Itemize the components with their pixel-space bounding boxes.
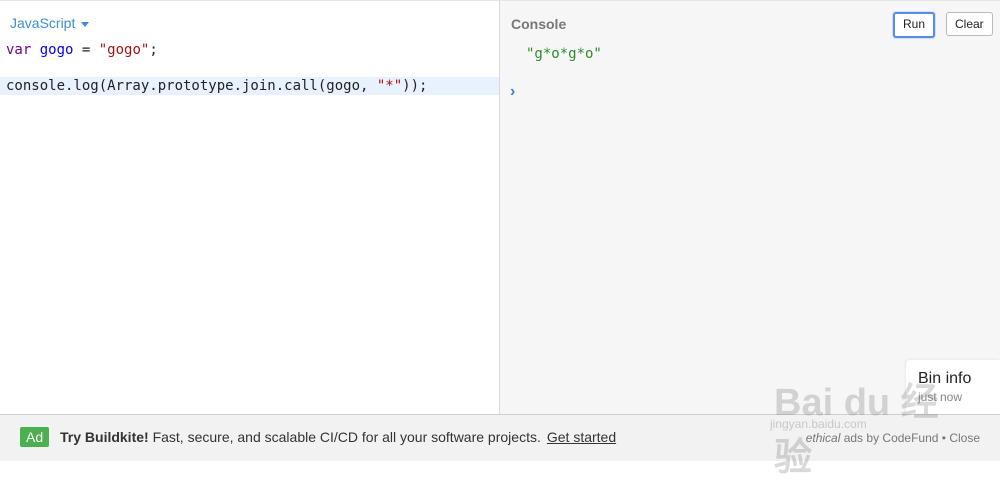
string-token: "*" bbox=[376, 78, 403, 94]
code-line-3[interactable]: console.log(Array.prototype.join.call(go… bbox=[0, 77, 499, 95]
bin-info-panel[interactable]: Bin info just now bbox=[906, 360, 1000, 414]
language-selector[interactable]: JavaScript bbox=[10, 15, 90, 31]
ad-headline: Try Buildkite! bbox=[60, 429, 149, 445]
language-label: JavaScript bbox=[10, 15, 76, 31]
console-title: Console bbox=[511, 16, 567, 32]
chevron-right-icon: › bbox=[510, 83, 516, 100]
blank-line[interactable] bbox=[0, 59, 499, 77]
operator-token: = bbox=[73, 42, 99, 58]
code-line-1[interactable]: var gogo = "gogo"; bbox=[0, 41, 499, 59]
semicolon-token: ; bbox=[149, 42, 158, 58]
ad-bar: Ad Try Buildkite! Fast, secure, and scal… bbox=[0, 414, 1000, 461]
ad-attribution: ethical ads by CodeFund • Close bbox=[806, 431, 980, 445]
console-output: "g*o*g*o" bbox=[526, 46, 602, 62]
ad-body: Fast, secure, and scalable CI/CD for all… bbox=[148, 429, 541, 445]
string-token: "gogo" bbox=[98, 42, 150, 58]
close-ad-link[interactable]: Close bbox=[949, 431, 980, 445]
javascript-editor-pane[interactable]: JavaScript var gogo = "gogo"; console.lo… bbox=[0, 0, 500, 415]
console-pane: Console Run Clear "g*o*g*o" › bbox=[500, 0, 1000, 415]
ads-by-label: ads by CodeFund bbox=[840, 431, 939, 445]
bin-info-subtitle: just now bbox=[918, 390, 963, 404]
keyword-token: var bbox=[6, 42, 32, 58]
ad-badge: Ad bbox=[20, 427, 50, 447]
variable-token: gogo bbox=[39, 42, 74, 58]
ethical-label: ethical bbox=[805, 431, 841, 445]
get-started-link[interactable]: Get started bbox=[547, 429, 616, 445]
ad-text: Try Buildkite! Fast, secure, and scalabl… bbox=[60, 429, 616, 445]
code-area[interactable]: var gogo = "gogo"; console.log(Array.pro… bbox=[0, 41, 499, 95]
jsbin-window: JavaScript var gogo = "gogo"; console.lo… bbox=[0, 0, 1000, 479]
clear-button[interactable]: Clear bbox=[946, 12, 993, 36]
separator: • bbox=[938, 431, 950, 445]
console-prompt[interactable]: › bbox=[510, 83, 515, 101]
bin-info-title: Bin info bbox=[918, 370, 972, 387]
closing-token: )); bbox=[402, 78, 428, 94]
caret-down-icon bbox=[81, 21, 90, 27]
run-button[interactable]: Run bbox=[893, 12, 936, 38]
call-token: console.log(Array.prototype.join.call(go… bbox=[6, 78, 377, 94]
